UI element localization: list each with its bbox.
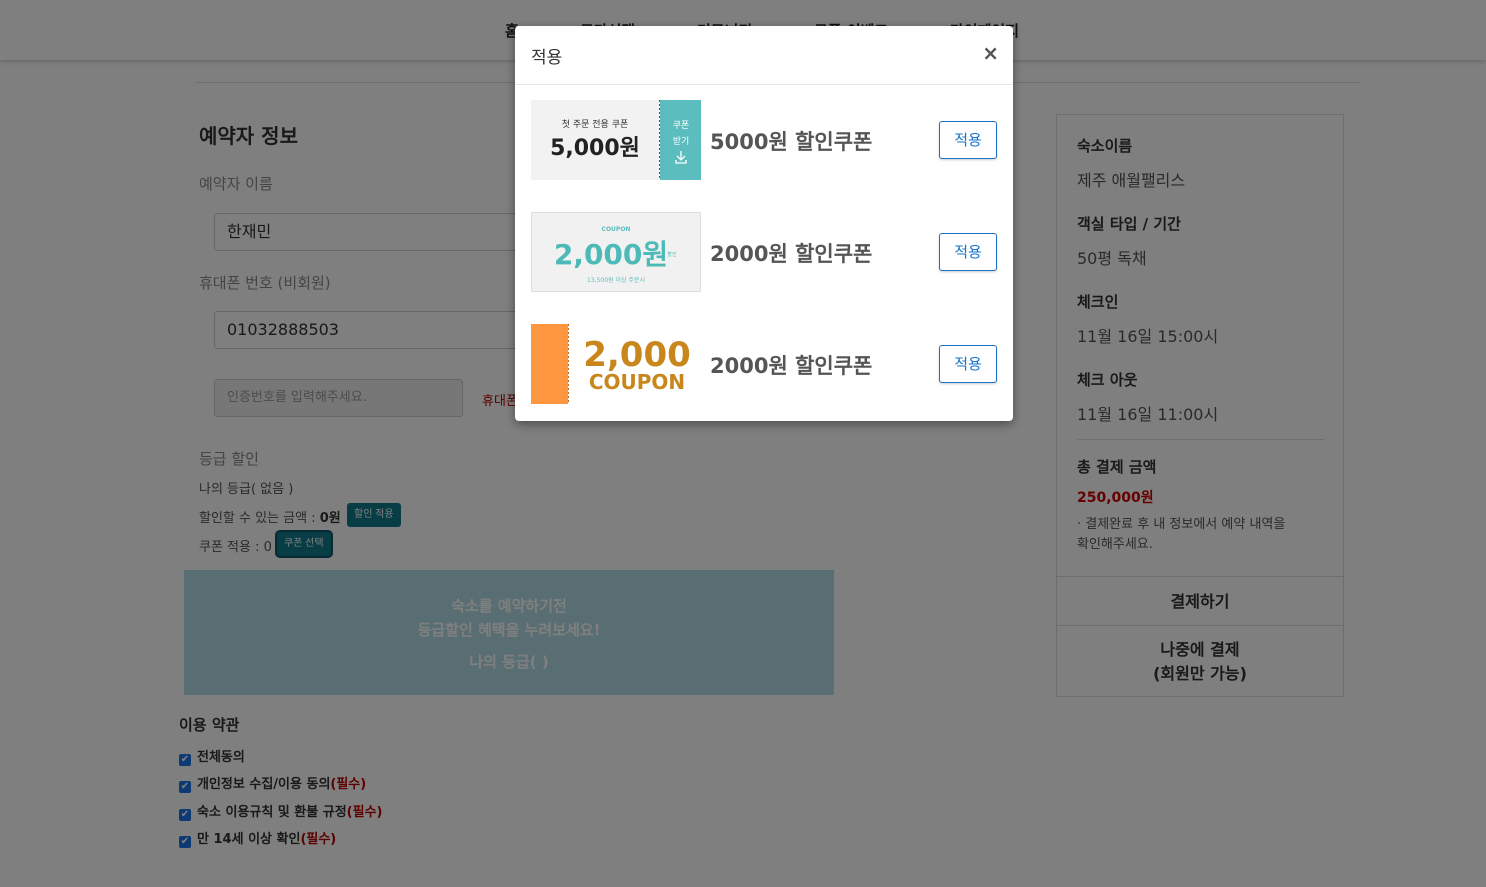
coupon-image-text: COUPON xyxy=(589,370,685,394)
coupon-image: 첫 주문 전용 쿠폰 5,000원 쿠폰 받기 xyxy=(531,100,701,180)
coupon-image-amount: 2,000원 xyxy=(554,238,668,271)
coupon-image: 2,000 COUPON xyxy=(531,324,701,404)
coupon-item: 2,000 COUPON 2000원 할인쿠폰 적용 xyxy=(531,324,997,404)
apply-coupon-button[interactable]: 적용 xyxy=(939,345,997,383)
apply-coupon-button[interactable]: 적용 xyxy=(939,121,997,159)
modal-title: 적용 xyxy=(531,48,563,68)
coupon-5000-graphic: 첫 주문 전용 쿠폰 5,000원 쿠폰 받기 xyxy=(531,100,701,180)
coupon-name: 5000원 할인쿠폰 xyxy=(710,130,873,154)
coupon-name: 2000원 할인쿠폰 xyxy=(710,242,873,266)
coupon-image-text: 13,500원 이상 주문시 xyxy=(587,276,645,284)
coupon-image-text: 할인 xyxy=(667,251,677,258)
coupon-image-amount: 5,000원 xyxy=(550,136,640,161)
coupon-2000-gold-graphic: 2,000 COUPON xyxy=(531,324,701,404)
modal-header: 적용 × xyxy=(515,26,1013,85)
coupon-image: COUPON 2,000원 할인 13,500원 이상 주문시 xyxy=(531,212,701,292)
coupon-item: COUPON 2,000원 할인 13,500원 이상 주문시 2000원 할인… xyxy=(531,212,997,292)
coupon-modal: 적용 × 첫 주문 전용 쿠폰 5,000원 쿠폰 받기 5000원 할인쿠폰 … xyxy=(515,26,1013,421)
coupon-image-text: COUPON xyxy=(602,226,631,233)
coupon-name: 2000원 할인쿠폰 xyxy=(710,354,873,378)
coupon-item: 첫 주문 전용 쿠폰 5,000원 쿠폰 받기 5000원 할인쿠폰 적용 xyxy=(531,100,997,180)
close-icon[interactable]: × xyxy=(982,41,999,65)
apply-coupon-button[interactable]: 적용 xyxy=(939,233,997,271)
coupon-image-tab-text: 받기 xyxy=(673,136,690,147)
coupon-2000-teal-graphic: COUPON 2,000원 할인 13,500원 이상 주문시 xyxy=(531,212,701,292)
coupon-image-text: 첫 주문 전용 쿠폰 xyxy=(562,119,629,130)
coupon-image-tab-text: 쿠폰 xyxy=(673,120,690,131)
coupon-image-amount: 2,000 xyxy=(583,335,691,375)
